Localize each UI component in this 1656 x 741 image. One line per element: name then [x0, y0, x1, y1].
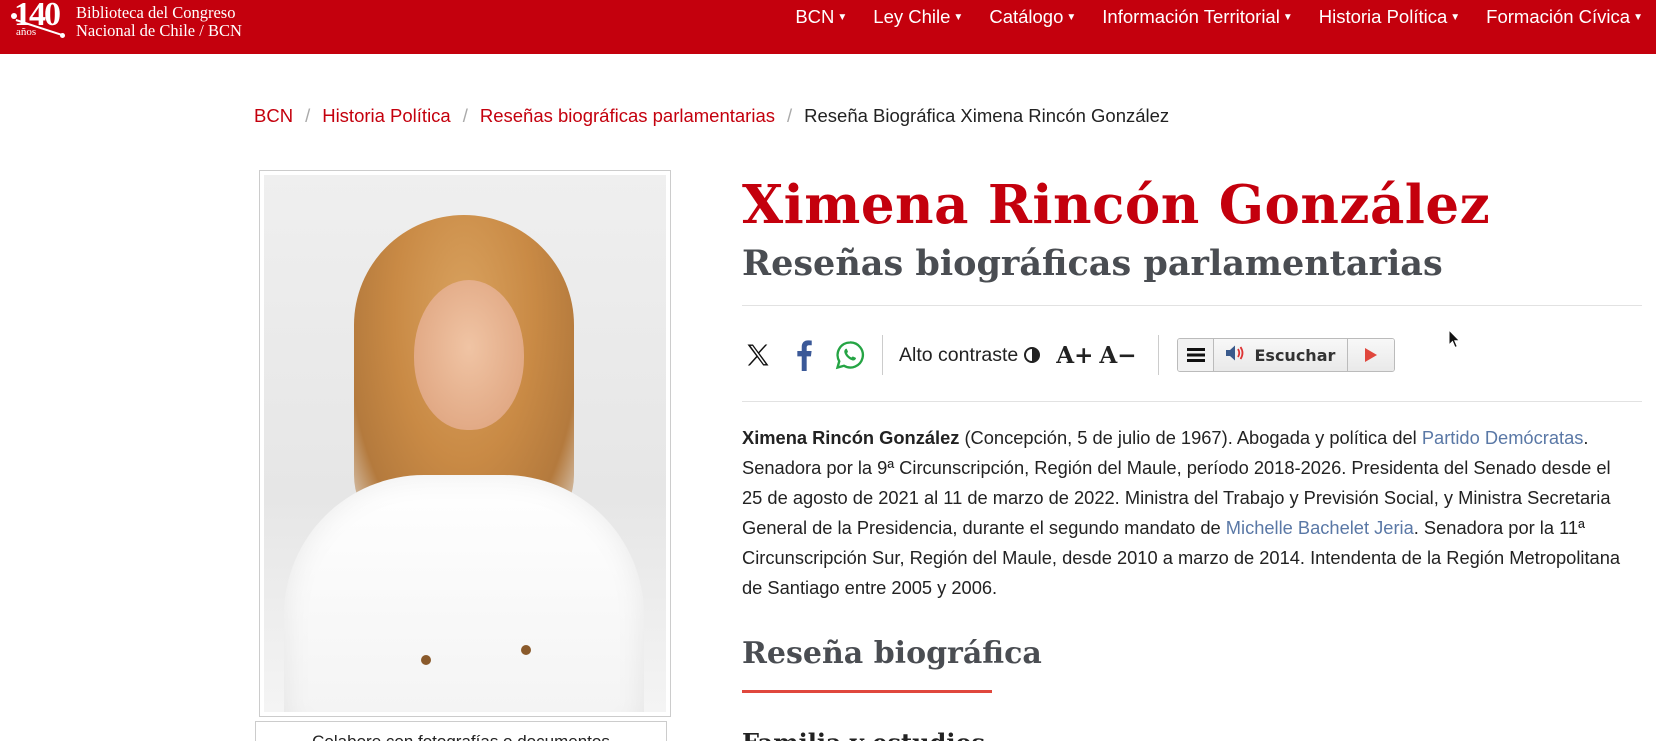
- play-icon: [1365, 348, 1378, 362]
- nav-item-catalogo[interactable]: Catálogo ▼: [976, 0, 1089, 36]
- bio-name: Ximena Rincón González: [742, 427, 960, 448]
- section-heading: Reseña biográfica: [742, 636, 1042, 671]
- font-increase-button[interactable]: A+: [1056, 342, 1093, 369]
- nav-item-historia-politica[interactable]: Historia Política ▼: [1306, 0, 1473, 36]
- caret-down-icon: ▼: [1450, 12, 1461, 23]
- accessibility-toolbar: Alto contraste A+ A− Escuchar: [742, 330, 1396, 380]
- caret-down-icon: ▼: [953, 12, 964, 23]
- whatsapp-icon[interactable]: [834, 339, 866, 371]
- portrait-photo: [264, 175, 666, 712]
- nav-item-bcn[interactable]: BCN ▼: [782, 0, 860, 36]
- font-decrease-button[interactable]: A−: [1099, 342, 1136, 369]
- contrast-label: Alto contraste: [899, 343, 1019, 366]
- breadcrumb-separator: /: [462, 105, 468, 126]
- anniversary-logo-mark: 140 años: [8, 0, 66, 44]
- bachelet-link[interactable]: Michelle Bachelet Jeria: [1226, 517, 1414, 538]
- caret-down-icon: ▼: [1633, 12, 1643, 23]
- breadcrumb-separator: /: [305, 105, 311, 126]
- facebook-icon[interactable]: [788, 339, 820, 371]
- breadcrumb-bcn[interactable]: BCN: [254, 105, 293, 127]
- main-nav: BCN ▼ Ley Chile ▼ Catálogo ▼ Información Te…: [782, 0, 1656, 36]
- breadcrumb-historia-politica[interactable]: Historia Política: [322, 105, 451, 127]
- logo-text: Biblioteca del Congreso Nacional de Chil…: [76, 4, 242, 40]
- nav-item-formacion-civica[interactable]: Formación Cívica ▼: [1473, 0, 1656, 36]
- nav-label: Ley Chile: [873, 6, 951, 27]
- player-menu-button[interactable]: [1178, 339, 1215, 371]
- divider: [742, 401, 1642, 402]
- caret-down-icon: ▼: [1066, 12, 1077, 23]
- caret-down-icon: ▼: [1282, 12, 1293, 23]
- nav-item-informacion-territorial[interactable]: Información Territorial ▼: [1089, 0, 1305, 36]
- contrast-icon: [1024, 347, 1041, 363]
- breadcrumb-resenas[interactable]: Reseñas biográficas parlamentarias: [480, 105, 775, 127]
- section-underline: [742, 690, 992, 693]
- breadcrumb-current: Reseña Biográfica Ximena Rincón González: [804, 105, 1170, 126]
- page-subtitle: Reseñas biográficas parlamentarias: [742, 243, 1443, 284]
- bcn-logo[interactable]: 140 años Biblioteca del Congreso Naciona…: [8, 0, 242, 44]
- party-link[interactable]: Partido Demócratas: [1422, 427, 1584, 448]
- listen-button[interactable]: Escuchar: [1214, 339, 1349, 371]
- nav-label: Historia Política: [1318, 6, 1448, 27]
- nav-item-ley-chile[interactable]: Ley Chile ▼: [860, 0, 976, 36]
- speaker-icon: [1224, 344, 1246, 366]
- play-button[interactable]: [1348, 339, 1395, 371]
- toolbar-divider: [1158, 335, 1160, 375]
- breadcrumb: BCN / Historia Política / Reseñas biográ…: [254, 105, 1169, 127]
- divider: [742, 305, 1642, 306]
- nav-label: Información Territorial: [1102, 6, 1280, 27]
- breadcrumb-separator: /: [786, 105, 793, 126]
- listen-label: Escuchar: [1254, 345, 1336, 365]
- nav-label: Formación Cívica: [1486, 6, 1631, 27]
- nav-label: Catálogo: [989, 6, 1064, 27]
- caret-down-icon: ▼: [837, 12, 848, 23]
- bio-summary: Ximena Rincón González (Concepción, 5 de…: [742, 423, 1632, 603]
- x-icon[interactable]: [742, 339, 774, 371]
- collaborate-button[interactable]: Colabore con fotografías o documentos: [255, 721, 667, 741]
- bio-text-1: (Concepción, 5 de julio de 1967). Abogad…: [959, 427, 1422, 448]
- logo-suffix: años: [16, 26, 37, 38]
- logo-line-1: Biblioteca del Congreso: [76, 3, 236, 22]
- section-subheading: Familia y estudios: [742, 728, 985, 741]
- portrait-frame: [259, 170, 671, 717]
- page-title: Ximena Rincón González: [742, 174, 1491, 236]
- toolbar-divider: [882, 335, 883, 375]
- mouse-cursor-icon: [1448, 329, 1461, 349]
- logo-line-2: Nacional de Chile / BCN: [76, 21, 242, 40]
- readspeaker-player: Escuchar: [1177, 338, 1396, 372]
- nav-label: BCN: [795, 6, 835, 27]
- top-navbar: 140 años Biblioteca del Congreso Naciona…: [0, 0, 1656, 54]
- menu-icon: [1186, 348, 1205, 362]
- high-contrast-toggle[interactable]: Alto contraste: [899, 343, 1041, 367]
